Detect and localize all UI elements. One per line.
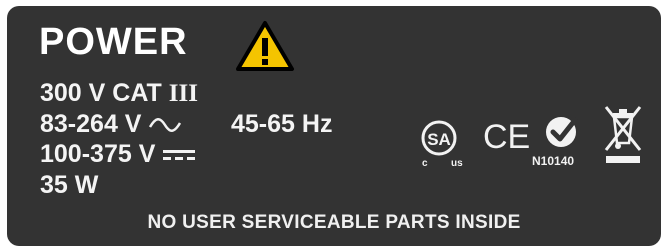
csa-letters: SA [427, 130, 451, 149]
cat-rating: 300 V CAT III [40, 79, 198, 108]
safety-notice: NO USER SERVICEABLE PARTS INSIDE [147, 212, 521, 233]
power-title: POWER [39, 21, 188, 63]
power-rating: 35 W [40, 171, 99, 199]
ce-mark-icon: CE [483, 119, 530, 153]
ce-text: CE [483, 119, 530, 153]
direct-current-icon [163, 150, 196, 161]
cat-rating-text: 300 V CAT [40, 79, 162, 107]
c-tick-mark-icon [546, 117, 578, 147]
dc-voltage-text: 100-375 V [40, 140, 156, 168]
cat-roman-numeral: III [168, 80, 198, 107]
ac-voltage: 83-264 V [40, 110, 182, 139]
csa-us-letters: us [451, 158, 463, 168]
label-plate: POWER 300 V CAT III 83-264 V 45-65 Hz 10… [7, 6, 661, 246]
warning-triangle-icon [236, 21, 294, 71]
csa-c-letter: c [422, 158, 428, 168]
crossed-bin-icon [604, 106, 642, 163]
frequency: 45-65 Hz [231, 110, 333, 138]
dc-voltage: 100-375 V [40, 140, 196, 169]
csa-mark-icon: SA c us [421, 120, 463, 168]
nrtl-code: N10140 [532, 154, 575, 168]
ac-voltage-text: 83-264 V [40, 110, 142, 138]
alternating-current-icon [149, 118, 182, 133]
